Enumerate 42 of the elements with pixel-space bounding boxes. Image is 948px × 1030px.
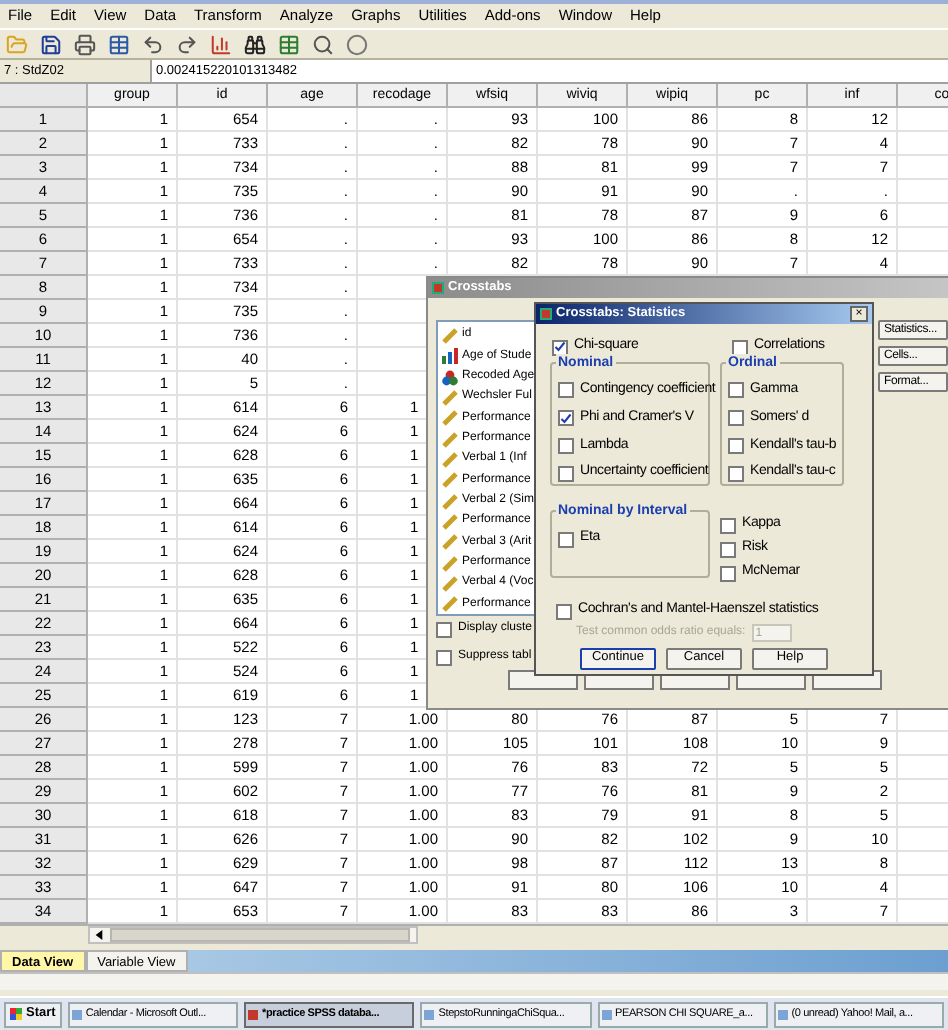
bar-chart-icon bbox=[442, 348, 458, 365]
app-icon bbox=[248, 1009, 259, 1019]
bar-chart-icon[interactable] bbox=[210, 33, 232, 55]
checkbox[interactable] bbox=[552, 339, 568, 355]
checkbox[interactable] bbox=[728, 382, 744, 399]
corner-cell bbox=[0, 84, 88, 108]
app-icon bbox=[71, 1009, 82, 1019]
horizontal-scrollbar[interactable] bbox=[88, 926, 418, 944]
checkbox[interactable] bbox=[558, 437, 574, 454]
circles-icon bbox=[442, 369, 458, 386]
checkbox[interactable] bbox=[720, 517, 736, 533]
checkbox[interactable] bbox=[720, 541, 736, 557]
checkbox[interactable] bbox=[728, 465, 744, 482]
window-icon bbox=[432, 282, 444, 294]
checkbox[interactable] bbox=[728, 437, 744, 454]
undo-icon[interactable] bbox=[142, 33, 164, 55]
checkbox[interactable] bbox=[720, 565, 736, 581]
checkbox[interactable] bbox=[558, 465, 574, 482]
checkbox[interactable] bbox=[436, 621, 452, 637]
checkbox[interactable] bbox=[732, 339, 748, 355]
printer-icon[interactable] bbox=[74, 33, 96, 55]
app-icon bbox=[777, 1009, 788, 1019]
left-arrow-icon[interactable] bbox=[94, 930, 104, 940]
search-icon[interactable] bbox=[312, 33, 334, 55]
redo-icon[interactable] bbox=[176, 33, 198, 55]
table-icon[interactable] bbox=[108, 33, 130, 55]
checkbox[interactable] bbox=[436, 649, 452, 665]
circle-icon[interactable] bbox=[346, 33, 368, 55]
checkbox[interactable] bbox=[556, 603, 572, 619]
window-icon bbox=[540, 308, 552, 320]
save-icon[interactable] bbox=[40, 33, 62, 55]
app-icon bbox=[601, 1009, 612, 1019]
checkbox[interactable] bbox=[558, 382, 574, 399]
ruler-icon bbox=[442, 327, 458, 344]
checkbox[interactable] bbox=[558, 410, 574, 427]
scroll-thumb[interactable] bbox=[110, 928, 410, 942]
windows-logo-icon bbox=[10, 1008, 22, 1020]
app-icon bbox=[424, 1009, 435, 1019]
binoculars-icon[interactable] bbox=[244, 33, 266, 55]
checkbox[interactable] bbox=[558, 531, 574, 547]
checkbox[interactable] bbox=[728, 410, 744, 427]
table-icon[interactable] bbox=[278, 33, 300, 55]
